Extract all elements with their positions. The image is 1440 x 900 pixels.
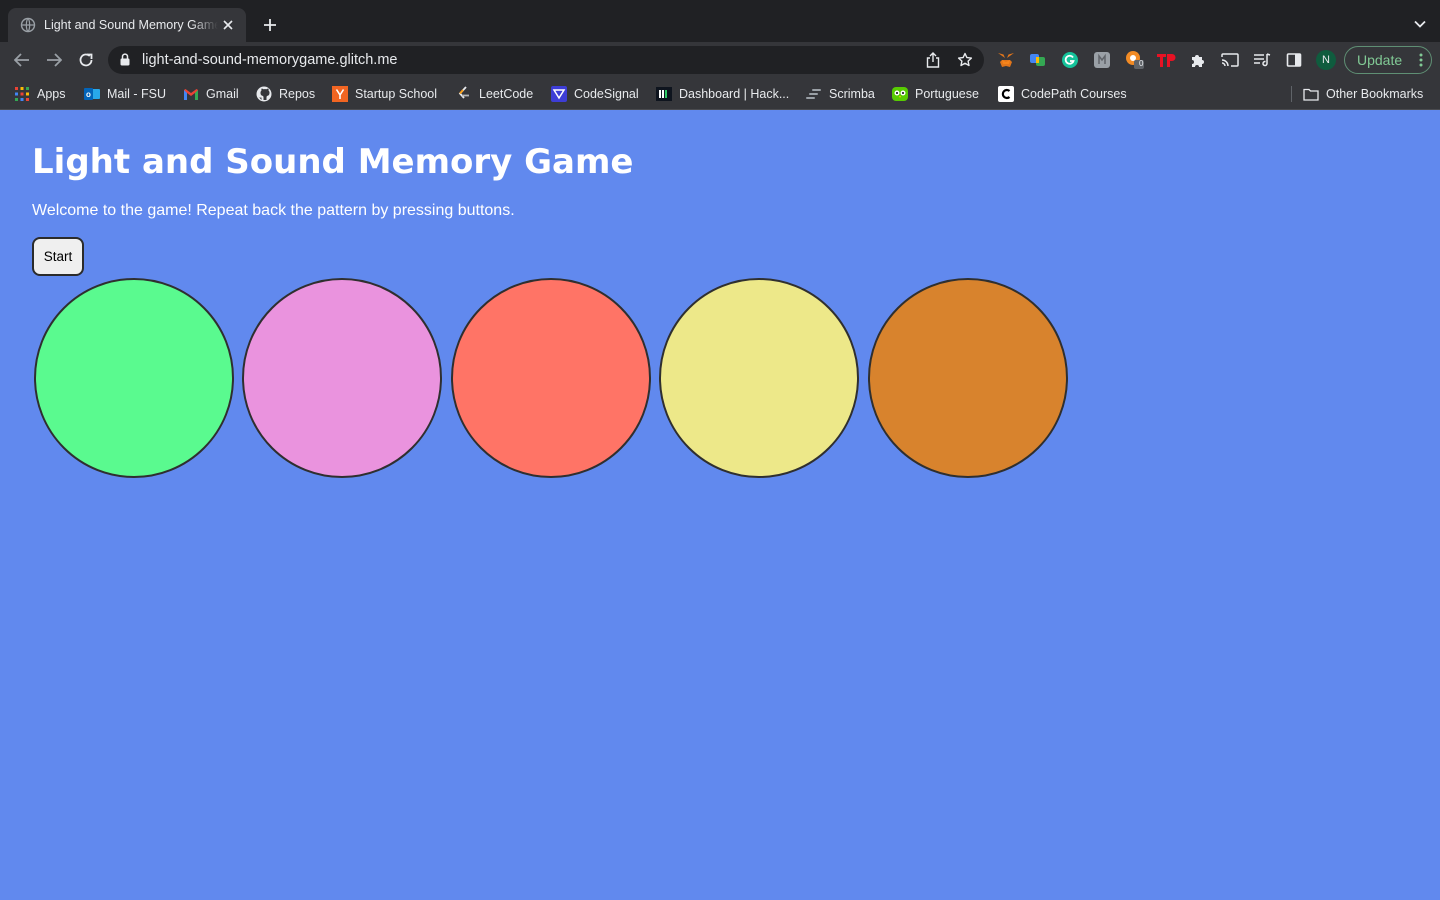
bookmark-label: CodeSignal xyxy=(574,87,639,101)
bookmark-mail-fsu[interactable]: o Mail - FSU xyxy=(84,84,166,104)
duolingo-icon xyxy=(892,86,908,102)
bookmark-other[interactable]: Other Bookmarks xyxy=(1303,84,1423,104)
bookmark-label: CodePath Courses xyxy=(1021,87,1127,101)
forward-arrow-icon[interactable] xyxy=(42,48,66,72)
address-bar[interactable]: light-and-sound-memorygame.glitch.me xyxy=(108,46,984,74)
bookmark-repos[interactable]: Repos xyxy=(256,84,315,104)
outlook-icon: o xyxy=(84,86,100,102)
bookmark-dashboard[interactable]: Dashboard | Hack... xyxy=(656,84,789,104)
update-button[interactable]: Update xyxy=(1344,46,1432,74)
back-arrow-icon[interactable] xyxy=(10,48,34,72)
new-tab-icon[interactable] xyxy=(258,13,282,37)
close-icon[interactable] xyxy=(218,15,238,35)
bookmark-gmail[interactable]: Gmail xyxy=(183,84,239,104)
puzzle-piece-icon[interactable] xyxy=(1188,50,1208,70)
bookmark-label: Dashboard | Hack... xyxy=(679,87,790,101)
globe-icon xyxy=(20,17,36,33)
tab-title: Light and Sound Memory Game xyxy=(44,18,218,32)
google-extension-icon[interactable] xyxy=(1028,50,1048,70)
bookmark-portuguese[interactable]: Portuguese xyxy=(892,84,979,104)
badge-extension-icon[interactable]: 0 xyxy=(1124,50,1144,70)
browser-toolbar: light-and-sound-memorygame.glitch.me 0 N xyxy=(0,42,1440,78)
github-icon xyxy=(256,86,272,102)
lock-icon[interactable] xyxy=(120,53,130,71)
bookmark-label: LeetCode xyxy=(479,87,534,101)
game-button-3[interactable] xyxy=(451,278,651,478)
extension-badge-count: 0 xyxy=(1139,59,1144,68)
more-vert-icon[interactable] xyxy=(1419,53,1423,70)
leetcode-icon xyxy=(456,86,472,102)
bookmark-label: Repos xyxy=(279,87,316,101)
reload-icon[interactable] xyxy=(74,48,98,72)
chevron-down-icon[interactable] xyxy=(1410,14,1430,34)
gmail-icon xyxy=(183,86,199,102)
bookmark-label: Mail - FSU xyxy=(107,87,167,101)
codepath-icon xyxy=(998,86,1014,102)
bookmark-label: Scrimba xyxy=(829,87,875,101)
grammarly-icon[interactable] xyxy=(1060,50,1080,70)
bookmark-label: Apps xyxy=(37,87,66,101)
tp-extension-icon[interactable] xyxy=(1156,50,1176,70)
folder-icon xyxy=(1303,86,1319,102)
hackerrank-icon xyxy=(656,86,672,102)
update-label: Update xyxy=(1357,52,1403,68)
tab-strip: Light and Sound Memory Game xyxy=(0,0,1440,42)
codesignal-icon xyxy=(551,86,567,102)
share-icon[interactable] xyxy=(924,51,942,69)
game-instructions: Welcome to the game! Repeat back the pat… xyxy=(32,202,515,219)
page-title: Light and Sound Memory Game xyxy=(32,142,634,182)
side-panel-icon[interactable] xyxy=(1284,50,1304,70)
apps-grid-icon xyxy=(14,86,30,102)
cast-icon[interactable] xyxy=(1220,50,1240,70)
bookmark-label: Other Bookmarks xyxy=(1326,87,1424,101)
game-button-4[interactable] xyxy=(659,278,859,478)
bookmark-label: Gmail xyxy=(206,87,239,101)
game-button-2[interactable] xyxy=(242,278,442,478)
game-button-5[interactable] xyxy=(868,278,1068,478)
bookmark-leetcode[interactable]: LeetCode xyxy=(456,84,533,104)
bookmark-startup-school[interactable]: Startup School xyxy=(332,84,437,104)
bookmark-scrimba[interactable]: Scrimba xyxy=(806,84,875,104)
scrimba-icon xyxy=(806,86,822,102)
bookmark-label: Portuguese xyxy=(915,87,979,101)
reading-list-icon[interactable] xyxy=(1252,50,1272,70)
bookmark-label: Startup School xyxy=(355,87,437,101)
ycombinator-icon xyxy=(332,86,348,102)
bookmark-codesignal[interactable]: CodeSignal xyxy=(551,84,639,104)
start-button[interactable]: Start xyxy=(32,237,84,276)
profile-avatar[interactable]: N xyxy=(1316,50,1336,70)
bookmark-star-icon[interactable] xyxy=(956,51,974,69)
svg-text:o: o xyxy=(86,90,91,99)
url-text: light-and-sound-memorygame.glitch.me xyxy=(142,52,398,68)
generic-extension-icon[interactable] xyxy=(1092,50,1112,70)
game-button-1[interactable] xyxy=(34,278,234,478)
active-tab[interactable]: Light and Sound Memory Game xyxy=(8,8,246,42)
bookmarks-divider xyxy=(1291,86,1292,102)
bookmark-apps[interactable]: Apps xyxy=(14,84,66,104)
metamask-icon[interactable] xyxy=(996,50,1016,70)
bookmark-codepath[interactable]: CodePath Courses xyxy=(998,84,1127,104)
bookmarks-bar: Apps o Mail - FSU Gmail Repos Startup Sc… xyxy=(0,78,1440,110)
